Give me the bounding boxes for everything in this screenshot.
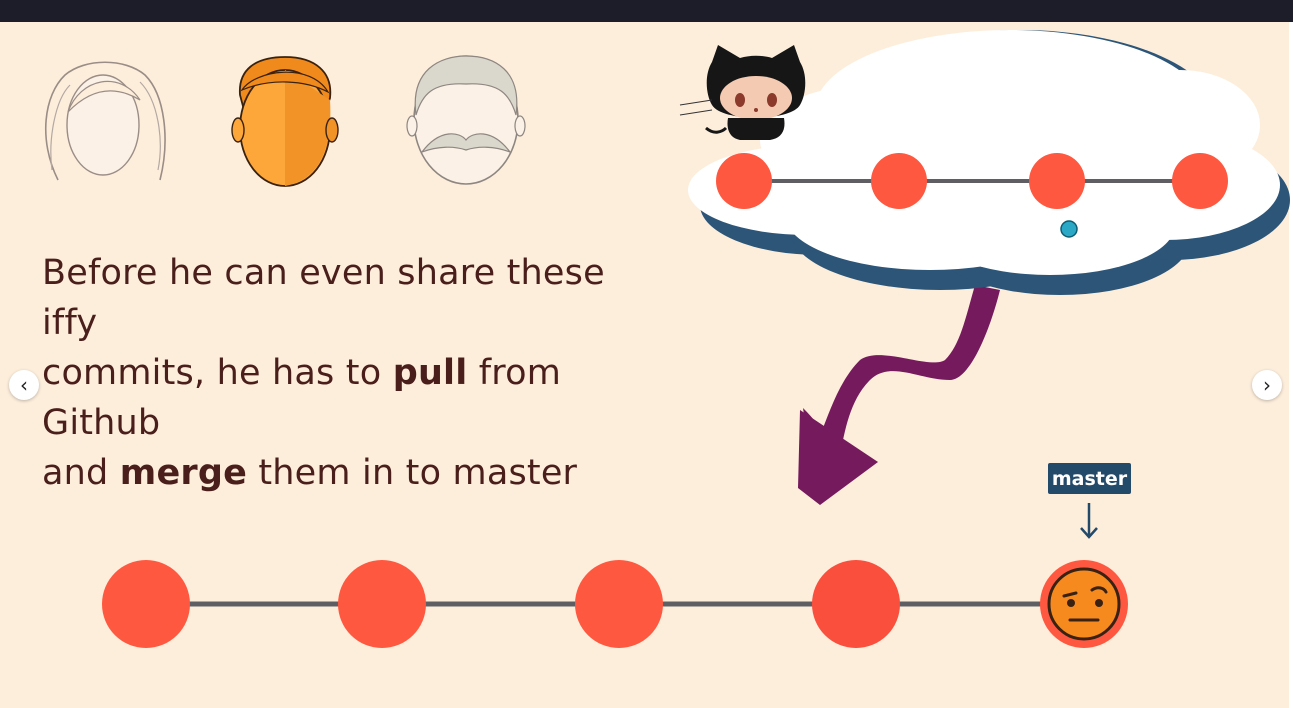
local-commit: [575, 560, 663, 648]
remote-commit: [716, 153, 772, 209]
master-branch-tag: master: [1048, 463, 1131, 494]
local-commit: [102, 560, 190, 648]
caption-text: and: [42, 453, 120, 493]
caption-line-1: Before he can even share these iffy: [42, 253, 605, 343]
caption-text: commits, he has to: [42, 353, 393, 393]
remote-commit: [1172, 153, 1228, 209]
remote-commit: [871, 153, 927, 209]
caption-bold-merge: merge: [119, 453, 248, 493]
caption-bold-pull: pull: [392, 353, 468, 393]
man-face-icon: [231, 56, 339, 187]
caption-text: them in to master: [247, 453, 578, 493]
cursor-marker: [1060, 220, 1078, 238]
caption-line-3: and merge them in to master: [42, 448, 662, 498]
local-commit: [338, 560, 426, 648]
previous-slide-button[interactable]: ‹: [9, 370, 39, 400]
local-commit: [812, 560, 900, 648]
chevron-left-icon: ‹: [20, 373, 28, 397]
slide-caption: Before he can even share these iffy comm…: [42, 248, 662, 498]
woman-face-icon: [45, 61, 166, 181]
down-arrow-icon: [1080, 503, 1098, 539]
caption-line-2: commits, he has to pull from Github: [42, 348, 662, 448]
curved-arrow-icon: [798, 285, 1000, 505]
suspicious-emoji-icon: [1040, 560, 1128, 648]
remote-commit: [1029, 153, 1085, 209]
next-slide-button[interactable]: ›: [1252, 370, 1282, 400]
chevron-right-icon: ›: [1263, 373, 1271, 397]
old-man-face-icon: [406, 55, 526, 185]
